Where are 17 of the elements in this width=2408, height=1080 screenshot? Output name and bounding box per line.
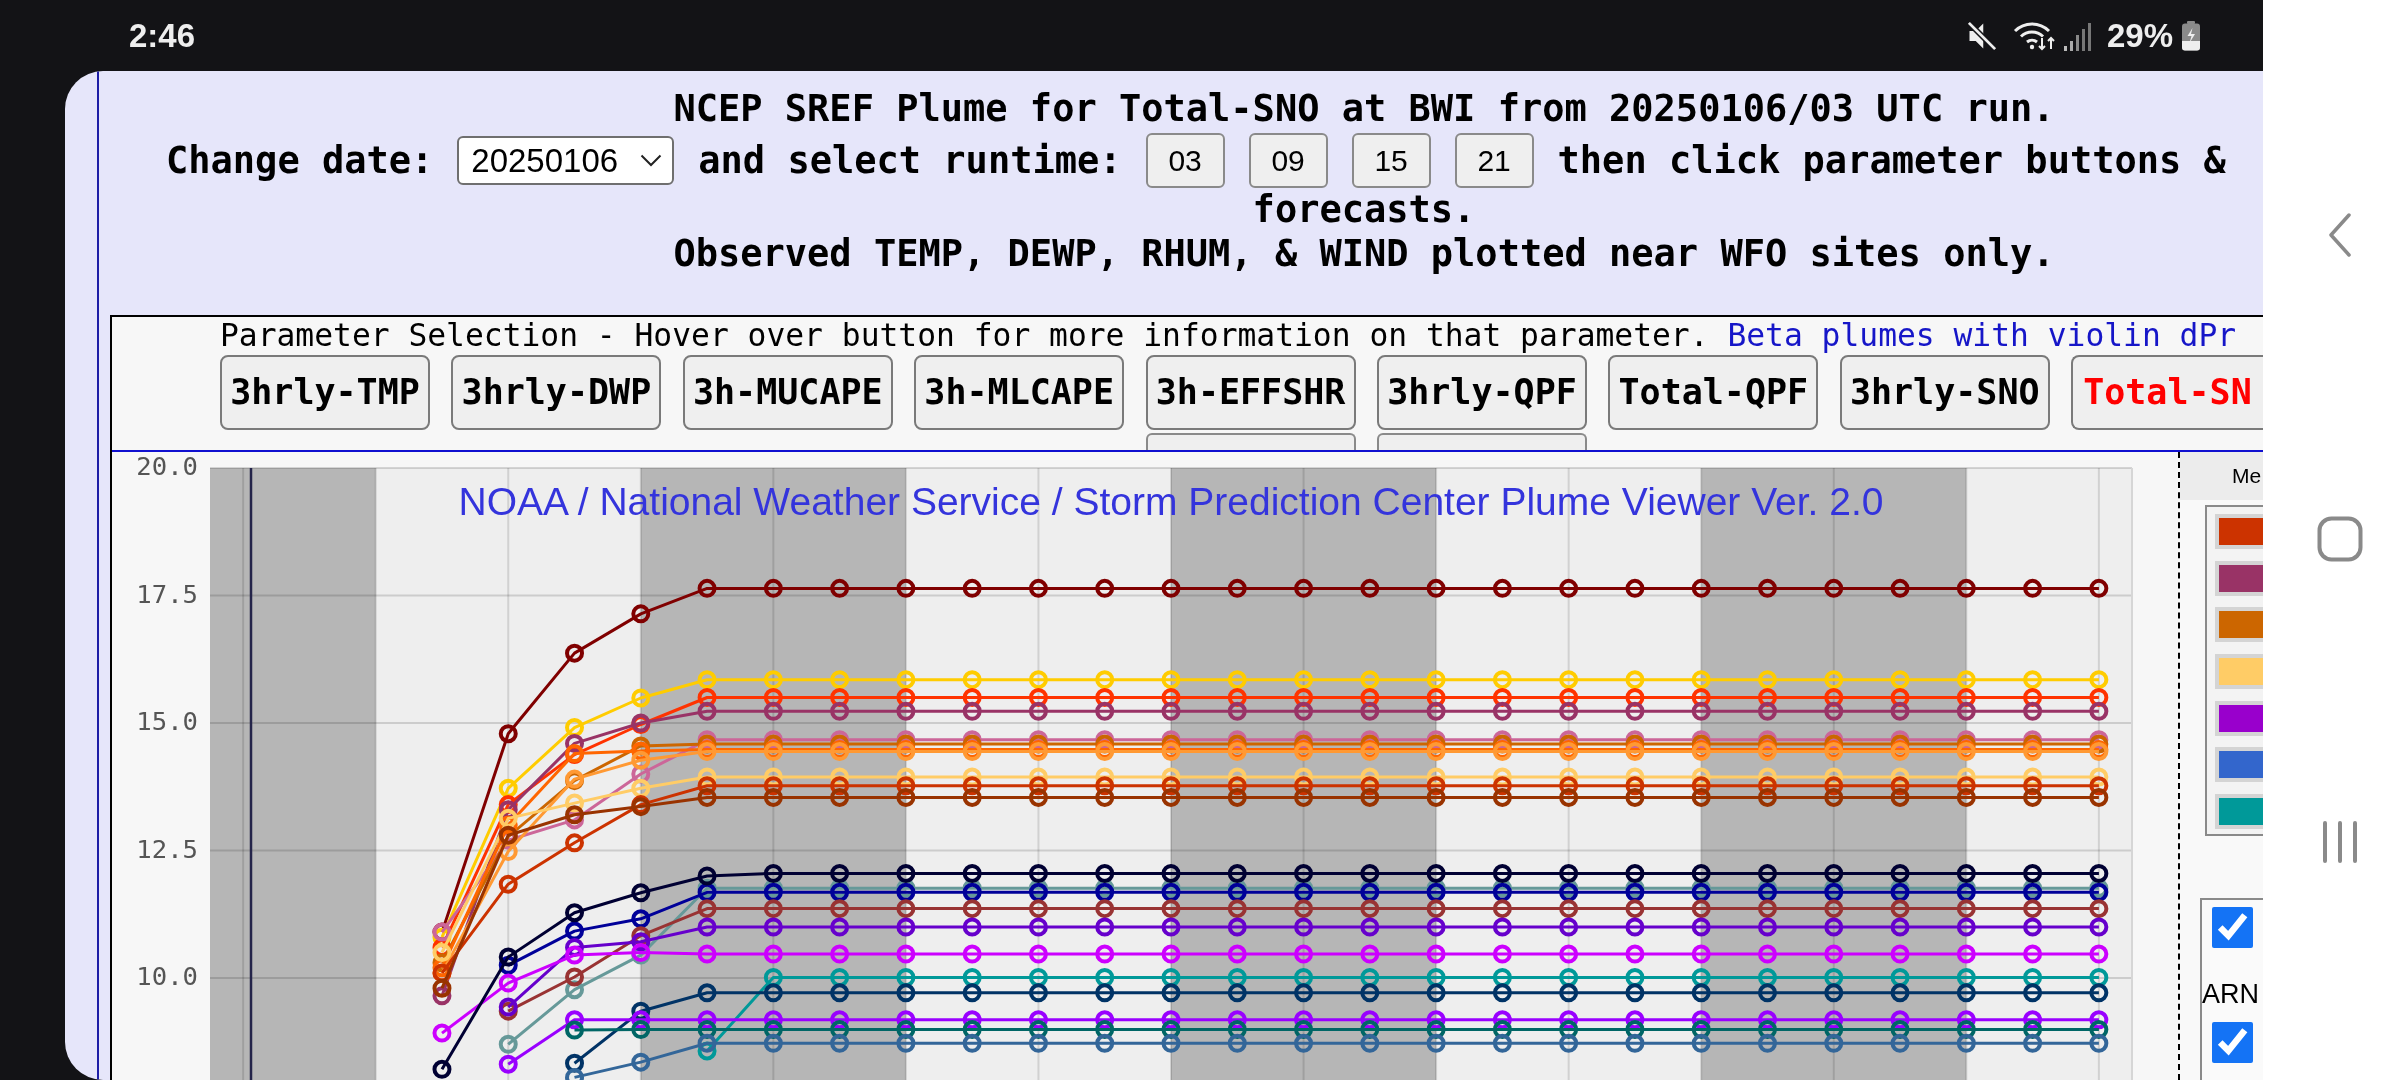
battery-percent: 29%: [2106, 19, 2173, 52]
instruction-text: forecasts.: [1252, 188, 1476, 231]
parameter-caption: Parameter Selection - Hover over button for more information on that parameter.: [220, 317, 1709, 353]
y-axis-label: 12.5: [136, 833, 198, 864]
clock-time: 2:46: [129, 19, 196, 52]
instruction-text: then click parameter buttons &: [1557, 137, 2226, 184]
y-axis-label: 15.0: [136, 706, 198, 736]
page-title: NCEP SREF Plume for Total-SNO at BWI from 20250106/03 UTC run.: [673, 87, 2055, 130]
runtime-label: and select runtime:: [698, 137, 1122, 184]
legend-heading: Me: [2180, 452, 2263, 500]
y-axis-label: 17.5: [136, 578, 198, 609]
y-axis-label: 20.0: [136, 452, 198, 481]
model-label: ARN: [2202, 978, 2260, 1012]
note-text: Observed TEMP, DEWP, RHUM, & WIND plotted near WFO sites only.: [673, 232, 2055, 275]
y-axis-label: 10.0: [136, 961, 198, 991]
chart-title: NOAA / National Weather Service / Storm Prediction Center Plume Viewer Ver. 2.0: [458, 480, 1884, 523]
date-label: Change date:: [166, 137, 434, 184]
